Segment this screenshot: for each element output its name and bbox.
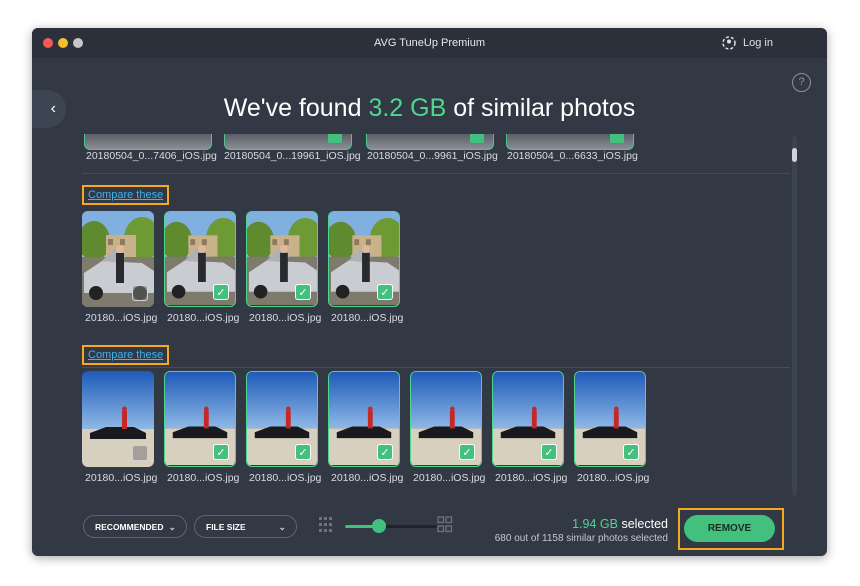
photo-group-partial: 20180504_0...7406_iOS.jpg 20180504_0...1… bbox=[82, 134, 790, 166]
check-icon[interactable]: ✓ bbox=[213, 444, 229, 460]
chevron-down-icon: ⌄ bbox=[278, 522, 286, 532]
filter-dropdown-label: FILE SIZE bbox=[206, 522, 246, 532]
check-icon[interactable]: ✓ bbox=[377, 444, 393, 460]
photo-thumbnail[interactable]: ✓ bbox=[574, 371, 646, 467]
photo-filename: 20180504_0...19961_iOS.jpg bbox=[224, 150, 361, 162]
photo-thumbnail[interactable]: ✓ bbox=[328, 211, 400, 307]
small-grid-icon[interactable] bbox=[318, 516, 334, 534]
photo-thumbnail[interactable]: ✓ bbox=[410, 371, 482, 467]
chevron-down-icon: ⌄ bbox=[168, 522, 176, 532]
photo-thumbnail[interactable] bbox=[506, 134, 634, 150]
check-icon[interactable]: ✓ bbox=[295, 284, 311, 300]
app-window: AVG TuneUp Premium Log in ‹ ? We've foun… bbox=[32, 28, 827, 556]
selected-size-summary: 1.94 GB selected bbox=[572, 517, 668, 531]
check-icon[interactable]: ✓ bbox=[377, 284, 393, 300]
headline-after: of similar photos bbox=[446, 94, 636, 122]
photo-filename: 20180...iOS.jpg bbox=[249, 472, 322, 484]
group-divider bbox=[82, 367, 790, 368]
photo-filename: 20180504_0...6633_iOS.jpg bbox=[507, 150, 638, 162]
check-icon[interactable]: ✓ bbox=[295, 444, 311, 460]
photo-thumbnail[interactable]: ✓ bbox=[164, 211, 236, 307]
photo-thumbnail[interactable]: ✓ bbox=[164, 371, 236, 467]
photo-thumbnail[interactable]: ✓ bbox=[492, 371, 564, 467]
photo-groups-list[interactable]: 20180504_0...7406_iOS.jpg 20180504_0...1… bbox=[82, 134, 790, 498]
photo-thumbnail[interactable]: ✓ bbox=[246, 371, 318, 467]
photo-filename: 20180...iOS.jpg bbox=[331, 472, 404, 484]
photo-thumbnail[interactable] bbox=[366, 134, 494, 150]
headline-before: We've found bbox=[223, 94, 369, 122]
photo-filename: 20180...iOS.jpg bbox=[85, 312, 158, 324]
title-bar: AVG TuneUp Premium Log in bbox=[32, 28, 827, 58]
remove-button[interactable]: REMOVE bbox=[684, 515, 775, 542]
headline-amount: 3.2 GB bbox=[368, 94, 447, 122]
photo-thumbnail[interactable] bbox=[82, 371, 154, 467]
selected-count: 680 out of 1158 similar photos selected bbox=[494, 533, 668, 544]
photo-filename: 20180...iOS.jpg bbox=[331, 312, 404, 324]
check-icon[interactable]: ✓ bbox=[213, 284, 229, 300]
photo-thumbnail[interactable] bbox=[82, 211, 154, 307]
photo-thumbnail[interactable] bbox=[224, 134, 352, 150]
photo-filename: 20180504_0...9961_iOS.jpg bbox=[367, 150, 498, 162]
photo-filename: 20180...iOS.jpg bbox=[413, 472, 486, 484]
photo-filename: 20180...iOS.jpg bbox=[167, 312, 240, 324]
window-title: AVG TuneUp Premium bbox=[373, 37, 486, 49]
compare-these-link[interactable]: Compare these bbox=[82, 185, 170, 205]
photo-filename: 20180...iOS.jpg bbox=[249, 312, 322, 324]
check-icon[interactable]: ✓ bbox=[541, 444, 557, 460]
check-icon[interactable]: ✓ bbox=[459, 444, 475, 460]
login-icon[interactable] bbox=[721, 35, 737, 51]
photo-filename: 20180...iOS.jpg bbox=[577, 472, 650, 484]
help-icon[interactable]: ? bbox=[792, 73, 811, 92]
check-icon[interactable] bbox=[328, 134, 342, 143]
compare-these-link[interactable]: Compare these bbox=[82, 345, 170, 365]
selected-word: selected bbox=[617, 517, 668, 531]
check-icon[interactable]: ✓ bbox=[623, 444, 639, 460]
selected-size-value: 1.94 GB bbox=[572, 517, 618, 531]
photo-thumbnail[interactable] bbox=[84, 134, 212, 150]
photo-checkbox[interactable] bbox=[132, 285, 148, 301]
bottom-toolbar: RECOMMENDED ⌄ FILE SIZE ⌄ 1.94 GB selected… bbox=[32, 503, 827, 556]
zoom-slider-handle[interactable] bbox=[372, 519, 387, 533]
login-link[interactable]: Log in bbox=[743, 28, 773, 58]
sort-dropdown[interactable]: RECOMMENDED ⌄ bbox=[83, 515, 187, 538]
photo-filename: 20180504_0...7406_iOS.jpg bbox=[86, 150, 217, 162]
photo-filename: 20180...iOS.jpg bbox=[85, 472, 158, 484]
check-icon[interactable] bbox=[610, 134, 624, 143]
scrollbar[interactable] bbox=[792, 136, 797, 496]
photo-filename: 20180...iOS.jpg bbox=[495, 472, 568, 484]
filter-dropdown[interactable]: FILE SIZE ⌄ bbox=[194, 515, 297, 538]
photo-thumbnail[interactable]: ✓ bbox=[246, 211, 318, 307]
photo-checkbox[interactable] bbox=[132, 445, 148, 461]
check-icon[interactable] bbox=[470, 134, 484, 143]
sort-dropdown-label: RECOMMENDED bbox=[95, 522, 164, 532]
group-divider bbox=[82, 173, 790, 174]
scrollbar-thumb[interactable] bbox=[792, 148, 797, 162]
photo-thumbnail[interactable]: ✓ bbox=[328, 371, 400, 467]
photo-filename: 20180...iOS.jpg bbox=[167, 472, 240, 484]
page-title: We've found 3.2 GB of similar photos bbox=[32, 94, 827, 123]
large-grid-icon[interactable] bbox=[437, 516, 453, 534]
